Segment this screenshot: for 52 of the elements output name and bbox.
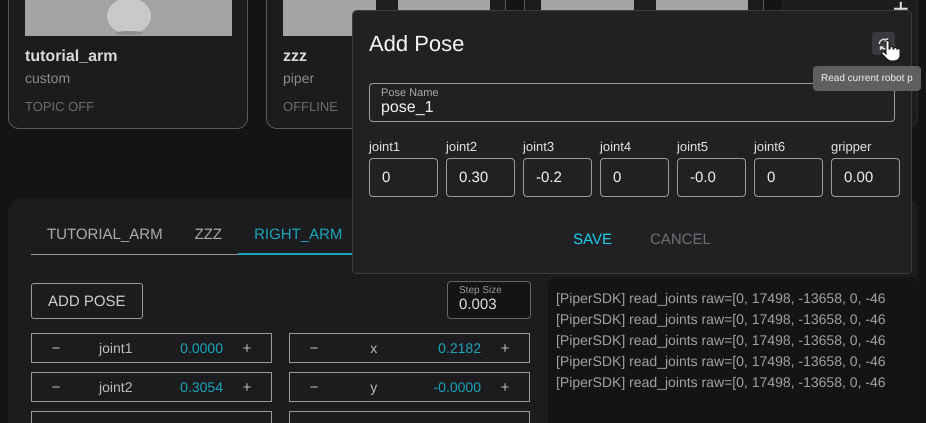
robot-status: OFFLINE bbox=[283, 99, 338, 114]
robot-tab[interactable]: ZZZ bbox=[178, 216, 238, 255]
field-label: joint6 bbox=[754, 139, 786, 154]
log-line: [PiperSDK] read_joints raw=[0, 17498, -13658, 0, -46 bbox=[556, 289, 887, 307]
hand-cursor-icon bbox=[880, 40, 900, 62]
field-label: joint4 bbox=[600, 139, 632, 154]
robot-name: zzz bbox=[283, 48, 307, 66]
input-field[interactable]: 0 bbox=[369, 158, 438, 197]
input-field[interactable]: 0 bbox=[754, 158, 823, 197]
add-pose-button[interactable]: ADD POSE bbox=[31, 283, 143, 319]
tooltip: Read current robot p bbox=[813, 66, 921, 91]
input-field[interactable]: 0.30 bbox=[446, 158, 515, 197]
log-line: [PiperSDK] read_joints raw=[0, 17498, -13658, 0, -46 bbox=[556, 352, 887, 370]
increment-button[interactable]: + bbox=[500, 340, 510, 356]
log-line: [PiperSDK] read_joints raw=[0, 17498, -13658, 0, -46 bbox=[556, 373, 887, 391]
decrement-button[interactable]: − bbox=[52, 340, 60, 356]
log-line: [PiperSDK] read_joints raw=[0, 17498, -13658, 0, -46 bbox=[556, 331, 887, 349]
field-label: gripper bbox=[831, 139, 872, 154]
save-button[interactable]: SAVE bbox=[571, 229, 614, 250]
axis-value: 0.0000 bbox=[180, 340, 223, 356]
field-label: joint5 bbox=[677, 139, 710, 154]
field-label: joint3 bbox=[523, 139, 556, 154]
pose-name-field[interactable]: Pose Name pose_1 bbox=[369, 83, 895, 122]
robot-name: tutorial_arm bbox=[25, 48, 118, 66]
robot-tab[interactable]: TUTORIAL_ARM bbox=[31, 216, 179, 255]
input-field[interactable]: 0 bbox=[600, 158, 669, 197]
axis-value: 0.3054 bbox=[180, 379, 223, 395]
decrement-button[interactable]: − bbox=[52, 378, 60, 396]
increment-button[interactable]: + bbox=[500, 378, 510, 396]
step-size-field[interactable]: Step Size 0.003 bbox=[447, 281, 531, 319]
dialog-title: Add Pose bbox=[369, 31, 464, 57]
decrement-button[interactable]: − bbox=[310, 378, 318, 396]
robot-type: custom bbox=[25, 70, 70, 86]
input-field[interactable]: -0.2 bbox=[523, 158, 592, 197]
axis-label: y bbox=[370, 379, 378, 395]
axis-label: x bbox=[370, 340, 378, 356]
field-label: joint2 bbox=[446, 139, 478, 154]
axis-value: 0.2182 bbox=[438, 340, 481, 356]
input-field[interactable]: -0.0 bbox=[677, 158, 746, 197]
input-field[interactable]: 0.00 bbox=[831, 158, 900, 197]
increment-button[interactable]: + bbox=[242, 378, 252, 396]
robot-status: TOPIC OFF bbox=[25, 99, 94, 114]
axis-value: -0.0000 bbox=[434, 379, 481, 395]
robot-type: piper bbox=[283, 70, 314, 86]
robot-card[interactable]: tutorial_arm custom TOPIC OFF bbox=[8, 0, 248, 129]
field-label: joint1 bbox=[369, 139, 402, 154]
decrement-button[interactable]: − bbox=[310, 340, 318, 356]
refresh-icon bbox=[876, 36, 890, 50]
log-line: [PiperSDK] read_joints raw=[0, 17498, -13658, 0, -46 bbox=[556, 310, 887, 328]
axis-label: joint2 bbox=[99, 379, 132, 395]
axis-label: joint1 bbox=[99, 340, 132, 356]
increment-button[interactable]: + bbox=[242, 340, 252, 356]
